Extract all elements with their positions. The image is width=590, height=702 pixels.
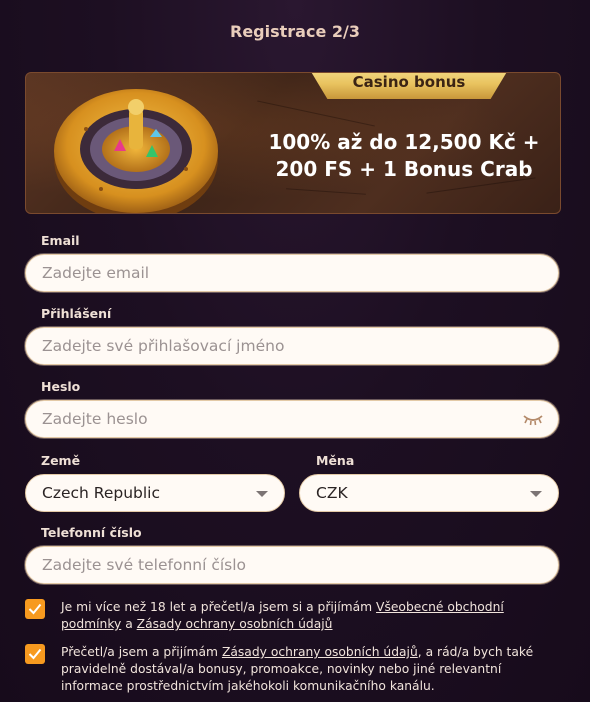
bonus-offer-line2: 200 FS + 1 Bonus Crab — [275, 157, 533, 181]
bonus-offer-text: 100% až do 12,500 Kč + 200 FS + 1 Bonus … — [254, 129, 554, 183]
marketing-text: Přečetl/a jsem a přijímám Zásady ochrany… — [61, 644, 561, 695]
marketing-consent: Přečetl/a jsem a přijímám Zásady ochrany… — [25, 644, 565, 698]
email-field-wrapper — [25, 254, 559, 292]
phone-label: Telefonní číslo — [41, 525, 142, 540]
bonus-offer-line1: 100% až do 12,500 Kč + — [268, 130, 540, 154]
age-terms-checkbox[interactable] — [25, 599, 45, 619]
password-field-wrapper — [25, 400, 559, 438]
login-field-wrapper — [25, 327, 559, 365]
caret-down-icon — [530, 491, 542, 497]
closed-eye-icon[interactable] — [522, 413, 544, 427]
country-label: Země — [41, 453, 81, 468]
age-terms-text-start: Je mi více než 18 let a přečetl/a jsem s… — [61, 600, 377, 614]
currency-select-value: CZK — [316, 484, 348, 502]
country-select[interactable]: Czech Republic — [25, 474, 285, 512]
marketing-checkbox[interactable] — [25, 644, 45, 664]
bonus-banner: Casino bonus 100% až do 12,500 Kč + 200 … — [25, 72, 561, 214]
currency-select[interactable]: CZK — [299, 474, 559, 512]
roulette-wheel-image — [54, 89, 218, 213]
currency-label: Měna — [316, 453, 355, 468]
phone-field-wrapper — [25, 546, 559, 584]
page-title: Registrace 2/3 — [230, 22, 360, 41]
marketing-text-start: Přečetl/a jsem a přijímám — [61, 645, 222, 659]
age-terms-consent: Je mi více než 18 let a přečetl/a jsem s… — [25, 599, 565, 635]
login-field[interactable] — [26, 328, 558, 364]
check-icon — [28, 603, 42, 615]
check-icon — [28, 648, 42, 660]
phone-field[interactable] — [26, 547, 558, 583]
marketing-privacy-policy-link[interactable]: Zásady ochrany osobních údajů — [222, 645, 418, 659]
age-terms-text: Je mi více než 18 let a přečetl/a jsem s… — [61, 599, 561, 633]
email-field[interactable] — [26, 255, 558, 291]
email-label: Email — [41, 233, 80, 248]
password-field[interactable] — [26, 401, 558, 437]
password-label: Heslo — [41, 379, 81, 394]
age-terms-text-mid: a — [121, 617, 137, 631]
casino-bonus-tag: Casino bonus — [307, 73, 511, 99]
country-select-value: Czech Republic — [42, 484, 161, 502]
login-label: Přihlášení — [41, 306, 112, 321]
caret-down-icon — [256, 491, 268, 497]
privacy-policy-link[interactable]: Zásady ochrany osobních údajů — [137, 617, 333, 631]
